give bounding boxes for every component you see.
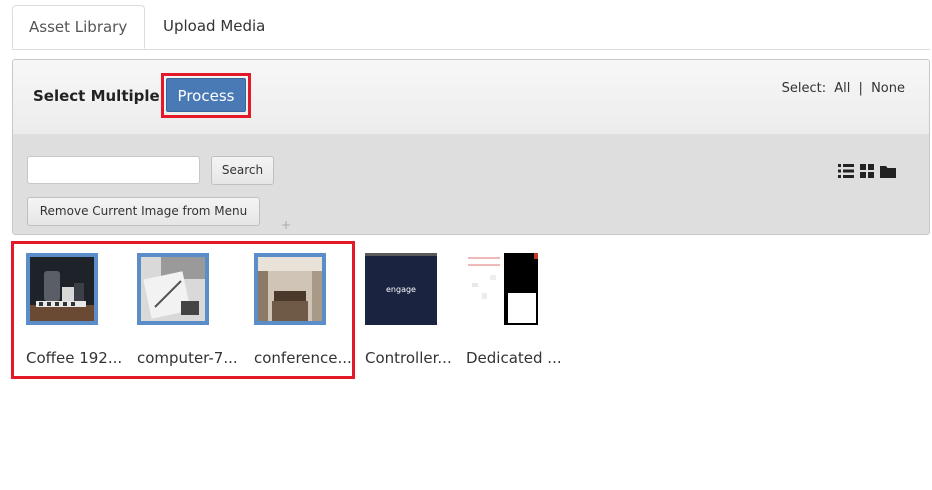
media-caption: computer-7... [137, 349, 238, 367]
select-none-link[interactable]: None [871, 81, 905, 96]
search-button[interactable]: Search [211, 156, 274, 185]
grid-view-icon[interactable] [860, 163, 874, 182]
select-label: Select: [781, 81, 827, 96]
select-all-link[interactable]: All [834, 81, 850, 96]
folder-view-icon[interactable] [880, 163, 896, 182]
media-thumbnail[interactable] [137, 253, 209, 325]
media-caption: Coffee 192... [26, 349, 123, 367]
media-caption: Dedicated ... [466, 349, 562, 367]
search-input[interactable] [27, 156, 200, 184]
toolbar-top: Select Multiple Process Select: All | No… [13, 60, 929, 135]
thumbnail-logo-text: engage [386, 285, 416, 294]
media-caption: Controller... [365, 349, 452, 367]
tab-upload-media[interactable]: Upload Media [147, 5, 281, 48]
select-separator: | [858, 81, 863, 96]
media-item[interactable]: Dedicated ... [466, 253, 582, 367]
media-item[interactable]: Coffee 192... [26, 253, 142, 367]
media-item[interactable]: computer-7... [137, 253, 253, 367]
remove-current-image-button[interactable]: Remove Current Image from Menu [27, 197, 260, 226]
plus-icon: + [281, 218, 292, 232]
media-caption: conference... [254, 349, 352, 367]
media-item[interactable]: engage Controller... [365, 253, 481, 367]
process-button[interactable]: Process [166, 78, 246, 112]
select-multiple-label: Select Multiple [33, 87, 160, 105]
media-thumbnail[interactable] [26, 253, 98, 325]
media-item[interactable]: conference... [254, 253, 370, 367]
select-links: Select: All | None [780, 81, 907, 96]
asset-toolbar-panel: Select Multiple Process Select: All | No… [12, 59, 930, 235]
view-mode-icons [838, 163, 896, 182]
media-thumbnail[interactable] [466, 253, 538, 325]
media-tabs: Asset Library Upload Media [12, 5, 930, 50]
list-view-icon[interactable] [838, 163, 854, 182]
tab-asset-library[interactable]: Asset Library [12, 5, 145, 49]
media-thumbnail[interactable] [254, 253, 326, 325]
media-thumbnail[interactable]: engage [365, 253, 437, 325]
